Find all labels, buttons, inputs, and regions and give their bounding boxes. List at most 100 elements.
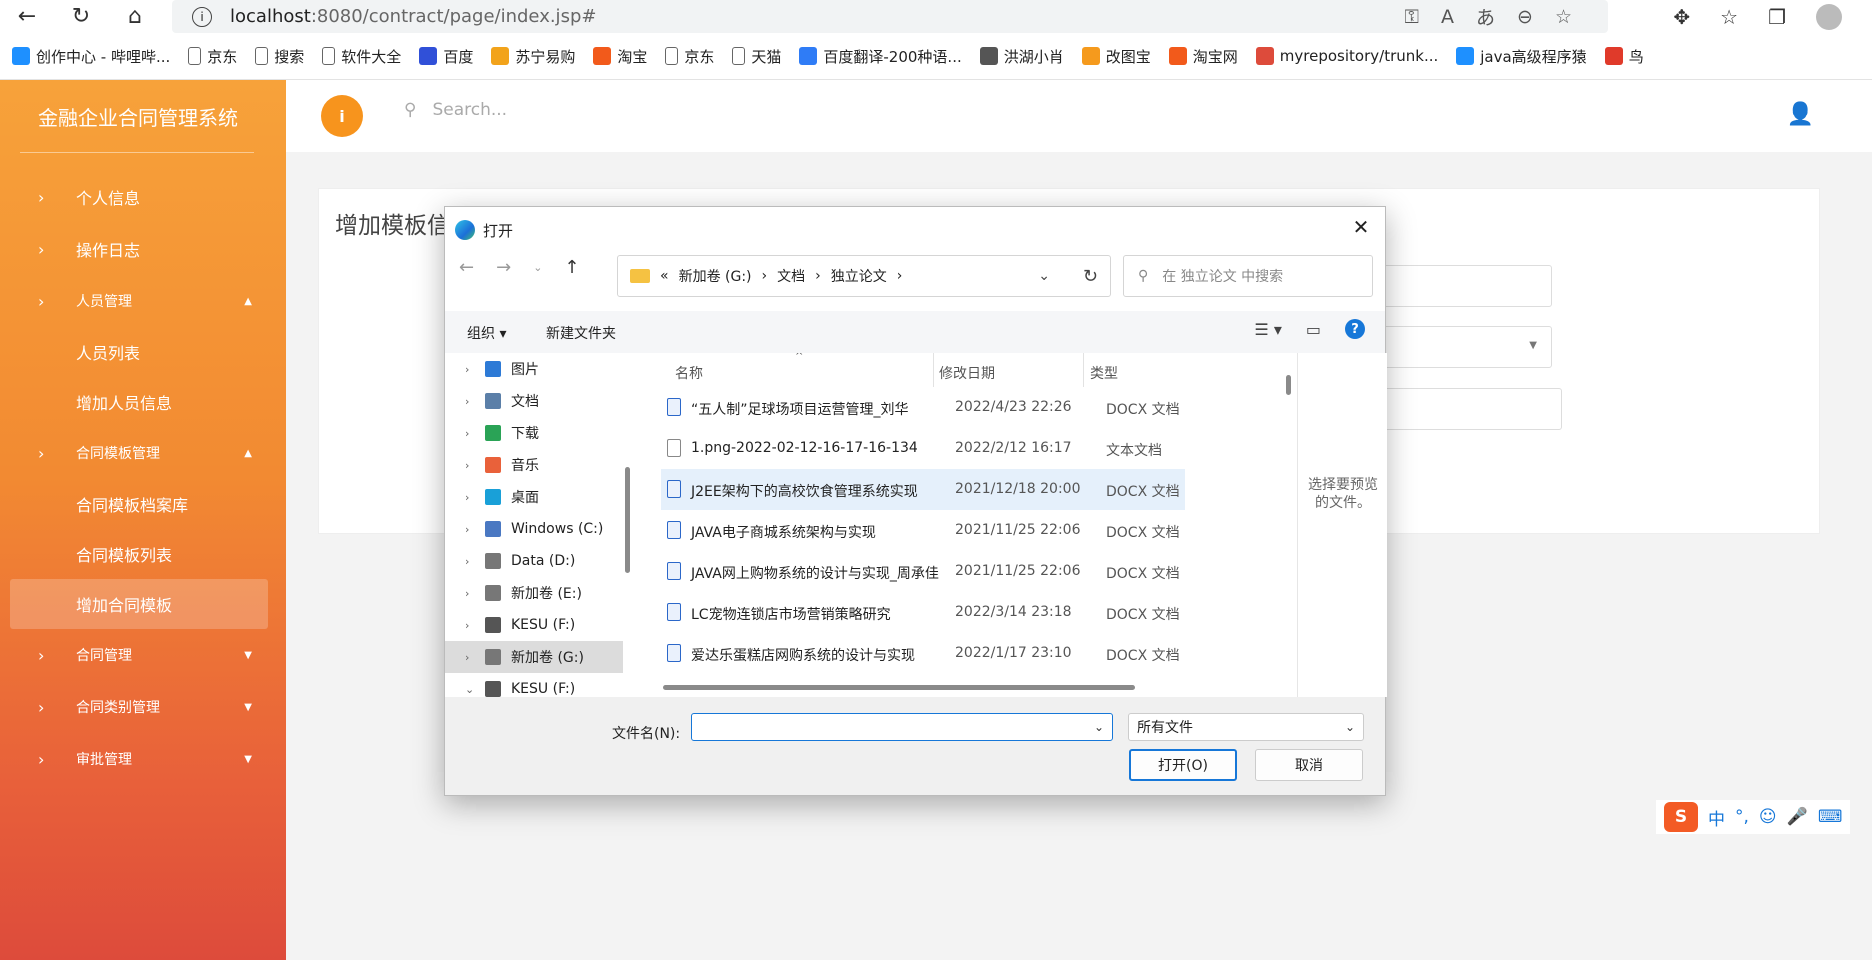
chevron-right-icon[interactable]: ›: [465, 427, 475, 440]
bookmark-item[interactable]: 淘宝网: [1168, 46, 1238, 67]
sidebar-item[interactable]: › 人员管理 ▲: [0, 275, 286, 327]
chevron-down-icon[interactable]: ⌄: [1094, 720, 1104, 734]
sogou-ime-icon[interactable]: S: [1664, 802, 1698, 832]
microphone-icon[interactable]: 🎤: [1787, 807, 1808, 827]
home-icon[interactable]: ⌂: [108, 0, 162, 33]
new-folder-button[interactable]: 新建文件夹: [546, 323, 616, 343]
reload-icon[interactable]: ↻: [54, 0, 108, 33]
breadcrumb-current[interactable]: 独立论文: [831, 266, 887, 286]
chevron-right-icon[interactable]: ›: [465, 363, 475, 376]
bookmark-item[interactable]: 改图宝: [1081, 46, 1151, 67]
recent-dropdown-icon[interactable]: ⌄: [533, 261, 542, 274]
view-mode-icon[interactable]: ☰ ▾: [1254, 320, 1281, 339]
chevron-down-icon[interactable]: ⌄: [1038, 268, 1050, 284]
emoji-icon[interactable]: ☺: [1759, 807, 1777, 827]
tree-item[interactable]: › KESU (F:): [445, 609, 623, 641]
tree-item[interactable]: › 图片: [445, 353, 623, 385]
tree-item[interactable]: › Data (D:): [445, 545, 623, 577]
filetype-select[interactable]: 所有文件 ⌄: [1128, 713, 1364, 741]
chevron-right-icon[interactable]: ›: [465, 459, 475, 472]
tree-item[interactable]: › 文档: [445, 385, 623, 417]
scrollbar-thumb[interactable]: [1286, 375, 1291, 395]
back-icon[interactable]: ←: [459, 257, 474, 278]
tree-scrollbar[interactable]: [625, 357, 631, 693]
form-input-1[interactable]: [1372, 265, 1552, 307]
sidebar-item[interactable]: › 个人信息: [0, 171, 286, 223]
path-breadcrumb[interactable]: « 新加卷 (G:) › 文档 › 独立论文 › ⌄ ↻: [617, 255, 1111, 297]
bookmark-item[interactable]: 百度: [419, 46, 473, 67]
up-icon[interactable]: ↑: [564, 257, 579, 278]
read-aloud-icon[interactable]: A: [1441, 6, 1454, 28]
folder-search[interactable]: ⚲ 在 独立论文 中搜索: [1123, 255, 1373, 297]
cancel-button[interactable]: 取消: [1255, 749, 1363, 781]
tree-scrollbar-thumb[interactable]: [625, 467, 630, 573]
favorites-icon[interactable]: ☆: [1720, 5, 1738, 29]
help-icon[interactable]: ?: [1345, 319, 1365, 339]
bookmark-item[interactable]: 软件大全: [322, 46, 401, 67]
chevron-down-icon[interactable]: ⌄: [465, 683, 475, 696]
sidebar-subitem[interactable]: 合同模板列表: [0, 529, 286, 579]
column-type[interactable]: 类型: [1090, 363, 1118, 383]
sidebar-item[interactable]: › 操作日志: [0, 223, 286, 275]
forward-icon[interactable]: →: [496, 257, 511, 278]
file-row[interactable]: JAVA网上购物系统的设计与实现_周承佳 2021/11/25 22:06 DOCX…: [661, 551, 1185, 592]
tree-item[interactable]: › 新加卷 (E:): [445, 577, 623, 609]
folder-search-input[interactable]: 在 独立论文 中搜索: [1162, 266, 1283, 286]
column-date[interactable]: 修改日期: [939, 363, 995, 383]
refresh-icon[interactable]: ↻: [1083, 266, 1098, 287]
filename-input[interactable]: ⌄: [691, 713, 1113, 741]
back-icon[interactable]: ←: [0, 0, 54, 33]
preview-pane-icon[interactable]: ▭: [1306, 320, 1321, 339]
file-row[interactable]: 爱达乐蛋糕店网购系统的设计与实现 2022/1/17 23:10 DOCX 文档: [661, 633, 1185, 674]
bookmark-item[interactable]: 洪湖小肖: [979, 46, 1064, 67]
breadcrumb-drive[interactable]: 新加卷 (G:): [679, 266, 752, 286]
chevron-right-icon[interactable]: ›: [465, 587, 475, 600]
file-row[interactable]: J2EE架构下的高校饮食管理系统实现 2021/12/18 20:00 DOCX 文…: [661, 469, 1185, 510]
bookmark-item[interactable]: 天猫: [732, 46, 781, 67]
chevron-right-icon[interactable]: ›: [465, 651, 475, 664]
tree-item[interactable]: › 音乐: [445, 449, 623, 481]
bookmark-item[interactable]: 创作中心 - 哔哩哔...: [12, 46, 170, 67]
chevron-right-icon[interactable]: ›: [465, 555, 475, 568]
bookmark-item[interactable]: myrepository/trunk...: [1255, 47, 1438, 65]
breadcrumb-overflow[interactable]: «: [660, 268, 669, 284]
breadcrumb-docs[interactable]: 文档: [777, 266, 805, 286]
tree-item[interactable]: › Windows (C:): [445, 513, 623, 545]
sidebar-item[interactable]: › 合同类别管理 ▼: [0, 681, 286, 733]
organize-button[interactable]: 组织 ▾: [467, 323, 506, 343]
key-icon[interactable]: ⚿: [1405, 6, 1419, 28]
chevron-right-icon[interactable]: ›: [465, 523, 475, 536]
form-input-2[interactable]: [1372, 388, 1562, 430]
favorite-add-icon[interactable]: ☆: [1555, 6, 1572, 28]
profile-avatar[interactable]: [1816, 3, 1842, 30]
tree-item[interactable]: ⌄ KESU (F:): [445, 673, 623, 697]
chevron-right-icon[interactable]: ›: [465, 395, 475, 408]
collections-icon[interactable]: ❐: [1768, 5, 1786, 29]
global-search[interactable]: ⚲ Search...: [404, 100, 507, 120]
bookmark-item[interactable]: 京东: [665, 46, 714, 67]
file-row[interactable]: “五人制”足球场项目运营管理_刘华 2022/4/23 22:26 DOCX 文档: [661, 387, 1185, 428]
tree-item[interactable]: › 下载: [445, 417, 623, 449]
info-icon[interactable]: i: [321, 95, 363, 137]
form-select[interactable]: ▼: [1372, 326, 1552, 368]
translate-icon[interactable]: あ: [1476, 3, 1495, 30]
punctuation-icon[interactable]: °,: [1735, 807, 1749, 827]
bookmark-item[interactable]: 京东: [188, 46, 237, 67]
hscrollbar-thumb[interactable]: [663, 685, 1135, 690]
address-bar[interactable]: i localhost:8080/contract/page/index.jsp…: [172, 0, 1608, 33]
sidebar-item[interactable]: › 审批管理 ▼: [0, 733, 286, 785]
chevron-right-icon[interactable]: ›: [465, 619, 475, 632]
sidebar-subitem[interactable]: 增加人员信息: [0, 377, 286, 427]
file-row[interactable]: LC宠物连锁店市场营销策略研究 2022/3/14 23:18 DOCX 文档: [661, 592, 1185, 633]
tree-item[interactable]: › 桌面: [445, 481, 623, 513]
bookmark-item[interactable]: 搜索: [255, 46, 304, 67]
open-button[interactable]: 打开(O): [1129, 749, 1237, 781]
sidebar-subitem[interactable]: 增加合同模板: [10, 579, 268, 629]
sidebar-subitem[interactable]: 人员列表: [0, 327, 286, 377]
zoom-icon[interactable]: ⊖: [1517, 6, 1533, 28]
extensions-icon[interactable]: ✥: [1673, 5, 1690, 29]
bookmark-item[interactable]: 鸟: [1604, 46, 1644, 67]
sidebar-subitem[interactable]: 合同模板档案库: [0, 479, 286, 529]
sidebar-item[interactable]: › 合同模板管理 ▲: [0, 427, 286, 479]
column-name[interactable]: 名称: [675, 363, 703, 383]
